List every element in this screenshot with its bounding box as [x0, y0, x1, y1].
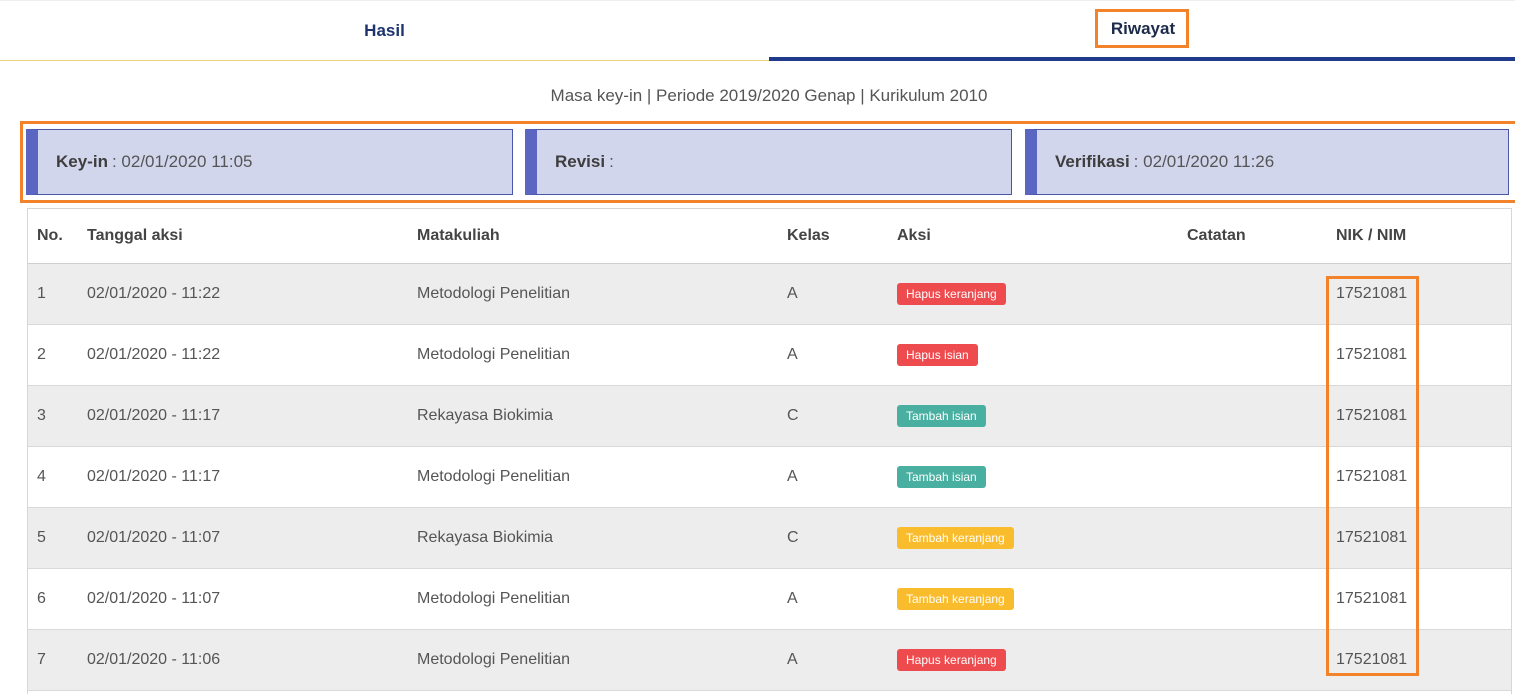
cell-tanggal: 02/01/2020 - 11:17: [87, 468, 221, 485]
cell-tanggal: 02/01/2020 - 11:07: [87, 529, 221, 546]
cell-no: 5: [37, 529, 46, 546]
cell-matakuliah: Metodologi Penelitian: [417, 285, 570, 302]
verifikasi-info-box: Verifikasi : 02/01/2020 11:26: [1025, 129, 1509, 195]
aksi-badge: Tambah keranjang: [897, 527, 1014, 549]
cell-tanggal: 02/01/2020 - 11:22: [87, 285, 221, 302]
aksi-badge: Tambah isian: [897, 466, 986, 488]
cell-kelas: C: [787, 529, 799, 546]
cell-aksi: Tambah isian: [897, 386, 986, 446]
cell-kelas: A: [787, 468, 798, 485]
header-nik: NIK / NIM: [1336, 227, 1407, 244]
cell-aksi: Hapus keranjang: [897, 630, 1006, 690]
cell-kelas: A: [787, 285, 798, 302]
cell-aksi: Hapus keranjang: [897, 264, 1006, 324]
header-matakuliah: Matakuliah: [417, 227, 500, 244]
revisi-label: Revisi: [555, 152, 606, 171]
aksi-badge: Hapus keranjang: [897, 283, 1006, 305]
cell-tanggal: 02/01/2020 - 11:07: [87, 590, 221, 607]
cell-matakuliah: Metodologi Penelitian: [417, 651, 570, 668]
cell-aksi: Tambah keranjang: [897, 508, 1014, 568]
cell-kelas: A: [787, 590, 798, 607]
aksi-badge: Hapus isian: [897, 344, 978, 366]
cell-nik: 17521081: [1336, 407, 1408, 424]
table-row: 4 02/01/2020 - 11:17 Metodologi Penelitian…: [28, 447, 1511, 508]
history-table: No. Tanggal aksi Matakuliah Kelas Aksi C…: [27, 208, 1512, 694]
cell-nik: 17521081: [1336, 651, 1408, 668]
cell-aksi: Tambah keranjang: [897, 569, 1014, 629]
cell-no: 1: [37, 285, 46, 302]
cell-no: 6: [37, 590, 46, 607]
verifikasi-label: Verifikasi: [1055, 152, 1130, 171]
tab-hasil[interactable]: Hasil: [0, 1, 769, 61]
header-kelas: Kelas: [787, 227, 830, 244]
table-row: 1 02/01/2020 - 11:22 Metodologi Penelitian…: [28, 264, 1511, 325]
cell-matakuliah: Rekayasa Biokimia: [417, 529, 554, 546]
revisi-info-box: Revisi :: [525, 129, 1012, 195]
cell-nik: 17521081: [1336, 529, 1408, 546]
cell-aksi: Hapus isian: [897, 325, 978, 385]
keyin-value: : 02/01/2020 11:05: [111, 152, 253, 171]
cell-nik: 17521081: [1336, 590, 1408, 607]
cell-kelas: A: [787, 346, 798, 363]
table-row: 6 02/01/2020 - 11:07 Metodologi Penelitian…: [28, 569, 1511, 630]
cell-no: 3: [37, 407, 46, 424]
table-row: 3 02/01/2020 - 11:17 Rekayasa Biokimia C Tam…: [28, 386, 1511, 447]
header-no: No.: [37, 227, 63, 244]
cell-matakuliah: Rekayasa Biokimia: [417, 407, 554, 424]
cell-no: 2: [37, 346, 46, 363]
header-tanggal: Tanggal aksi: [87, 227, 183, 244]
cell-aksi: Tambah isian: [897, 447, 986, 507]
cell-no: 4: [37, 468, 46, 485]
aksi-badge: Tambah keranjang: [897, 588, 1014, 610]
keyin-label: Key-in: [56, 152, 108, 171]
tab-riwayat-label: Riwayat: [1094, 8, 1190, 48]
aksi-badge: Tambah isian: [897, 405, 986, 427]
tab-bar: Hasil Riwayat: [0, 0, 1515, 61]
cell-matakuliah: Metodologi Penelitian: [417, 590, 570, 607]
period-subtitle: Masa key-in | Periode 2019/2020 Genap | …: [550, 86, 988, 105]
cell-kelas: A: [787, 651, 798, 668]
table-row: 5 02/01/2020 - 11:07 Rekayasa Biokimia C Tam…: [28, 508, 1511, 569]
cell-matakuliah: Metodologi Penelitian: [417, 346, 570, 363]
verifikasi-value: : 02/01/2020 11:26: [1133, 152, 1275, 171]
cell-nik: 17521081: [1336, 346, 1408, 363]
table-row: 2 02/01/2020 - 11:22 Metodologi Penelitian…: [28, 325, 1511, 386]
cell-matakuliah: Metodologi Penelitian: [417, 468, 570, 485]
header-catatan: Catatan: [1187, 227, 1246, 244]
aksi-badge: Hapus keranjang: [897, 649, 1006, 671]
cell-tanggal: 02/01/2020 - 11:06: [87, 651, 221, 668]
cell-tanggal: 02/01/2020 - 11:22: [87, 346, 221, 363]
cell-nik: 17521081: [1336, 285, 1408, 302]
header-aksi: Aksi: [897, 227, 931, 244]
tab-hasil-label: Hasil: [364, 20, 405, 40]
table-header-row: No. Tanggal aksi Matakuliah Kelas Aksi C…: [28, 209, 1511, 264]
cell-kelas: C: [787, 407, 799, 424]
cell-tanggal: 02/01/2020 - 11:17: [87, 407, 221, 424]
tab-riwayat[interactable]: Riwayat: [769, 1, 1515, 61]
keyin-info-box: Key-in : 02/01/2020 11:05: [26, 129, 513, 195]
table-row: 7 02/01/2020 - 11:06 Metodologi Penelitian…: [28, 630, 1511, 691]
cell-no: 7: [37, 651, 46, 668]
revisi-value: :: [609, 152, 614, 171]
cell-nik: 17521081: [1336, 468, 1408, 485]
